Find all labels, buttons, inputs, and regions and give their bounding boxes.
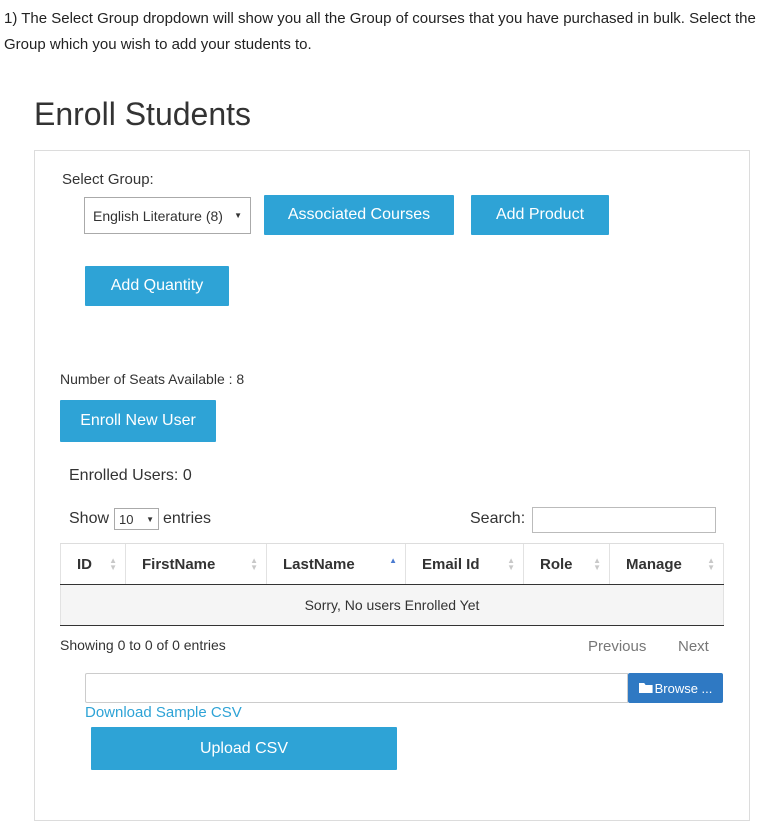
download-sample-csv-link[interactable]: Download Sample CSV bbox=[85, 704, 242, 721]
folder-open-icon bbox=[638, 683, 653, 693]
page-size-select[interactable]: 10 ▼ bbox=[114, 508, 159, 530]
sort-icon: ▲ ▼ bbox=[707, 556, 715, 572]
add-quantity-button[interactable]: Add Quantity bbox=[85, 266, 229, 306]
table-row: Sorry, No users Enrolled Yet bbox=[60, 584, 724, 626]
add-product-button[interactable]: Add Product bbox=[471, 195, 609, 235]
search-input[interactable] bbox=[532, 507, 716, 533]
pagination-info: Showing 0 to 0 of 0 entries bbox=[60, 637, 226, 653]
next-page-button[interactable]: Next bbox=[678, 638, 709, 655]
browse-button-label: Browse ... bbox=[654, 680, 713, 696]
associated-courses-button[interactable]: Associated Courses bbox=[264, 195, 454, 235]
enrolled-users-count: Enrolled Users: 0 bbox=[69, 467, 192, 484]
page-size-value: 10 bbox=[119, 511, 134, 527]
instruction-text: 1) The Select Group dropdown will show y… bbox=[4, 10, 756, 53]
chevron-down-icon: ▼ bbox=[234, 211, 242, 220]
enrolled-users-table: ID ▲ ▼ FirstName ▲ ▼ LastName ▲ ▼ Email Id … bbox=[60, 543, 724, 626]
chevron-down-icon: ▼ bbox=[146, 514, 154, 524]
sort-icon: ▲ ▼ bbox=[109, 556, 117, 572]
select-group-label: Select Group: bbox=[62, 171, 154, 188]
column-header-firstname[interactable]: FirstName ▲ ▼ bbox=[125, 543, 267, 585]
empty-table-message: Sorry, No users Enrolled Yet bbox=[60, 584, 724, 626]
column-header-id[interactable]: ID ▲ ▼ bbox=[60, 543, 126, 585]
entries-label: entries bbox=[163, 510, 212, 527]
enroll-new-user-button[interactable]: Enroll New User bbox=[60, 400, 216, 442]
seats-available-text: Number of Seats Available : 8 bbox=[60, 371, 245, 387]
browse-button[interactable]: Browse ... bbox=[628, 673, 723, 703]
column-header-lastname[interactable]: LastName ▲ ▼ bbox=[266, 543, 406, 585]
sort-ascending-icon: ▲ ▼ bbox=[389, 556, 397, 572]
previous-page-button[interactable]: Previous bbox=[588, 638, 646, 655]
sort-icon: ▲ ▼ bbox=[593, 556, 601, 572]
sort-icon: ▲ ▼ bbox=[250, 556, 258, 572]
column-header-email[interactable]: Email Id ▲ ▼ bbox=[405, 543, 524, 585]
column-header-manage[interactable]: Manage ▲ ▼ bbox=[609, 543, 724, 585]
search-label: Search: bbox=[470, 510, 526, 527]
page-title: Enroll Students bbox=[34, 96, 252, 132]
csv-file-input[interactable] bbox=[85, 673, 628, 703]
group-select[interactable]: English Literature (8) ▼ bbox=[84, 197, 251, 234]
show-label: Show bbox=[69, 510, 110, 527]
sort-icon: ▲ ▼ bbox=[507, 556, 515, 572]
table-header-row: ID ▲ ▼ FirstName ▲ ▼ LastName ▲ ▼ Email Id … bbox=[60, 543, 724, 585]
column-header-role[interactable]: Role ▲ ▼ bbox=[523, 543, 610, 585]
group-select-value: English Literature (8) bbox=[93, 207, 223, 224]
upload-csv-button[interactable]: Upload CSV bbox=[91, 727, 397, 770]
